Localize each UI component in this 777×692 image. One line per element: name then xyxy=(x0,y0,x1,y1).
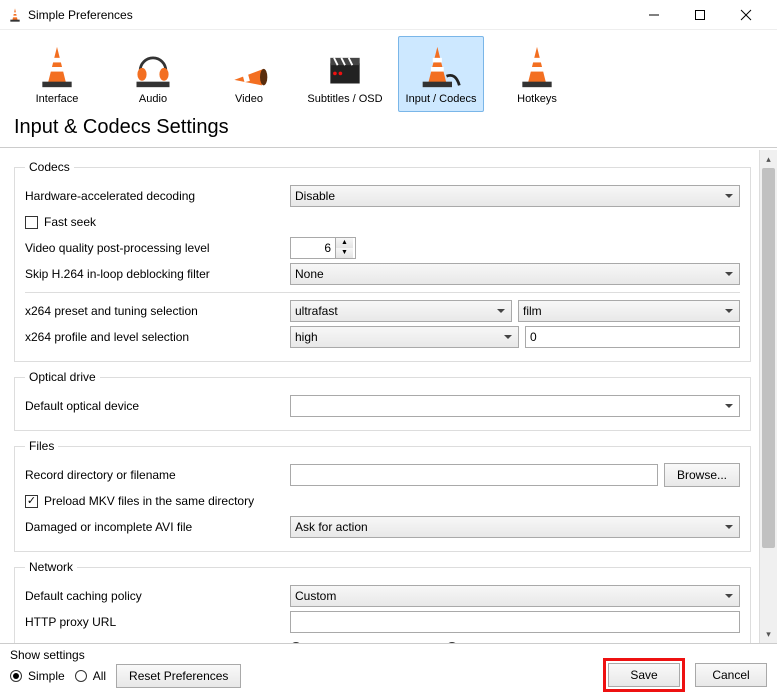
caching-select[interactable]: Custom xyxy=(290,585,740,607)
all-label: All xyxy=(93,669,106,683)
group-legend: Codecs xyxy=(25,160,74,174)
headphones-icon xyxy=(131,41,175,91)
caching-label: Default caching policy xyxy=(25,589,290,603)
page-title: Input & Codecs Settings xyxy=(0,112,777,148)
footer: Show settings Simple All Reset Preferenc… xyxy=(0,643,777,689)
titlebar: Simple Preferences xyxy=(0,0,777,30)
fast-seek-label: Fast seek xyxy=(44,215,96,229)
vq-value[interactable] xyxy=(291,238,335,258)
app-icon xyxy=(8,7,22,23)
show-settings-label: Show settings xyxy=(10,648,241,662)
cone-cable-icon xyxy=(419,41,463,91)
radio-icon xyxy=(75,670,87,682)
group-legend: Files xyxy=(25,439,58,453)
checkbox-icon xyxy=(25,216,38,229)
cancel-button[interactable]: Cancel xyxy=(695,663,767,687)
tab-interface[interactable]: Interface xyxy=(14,36,100,112)
vq-spinner[interactable]: ▲▼ xyxy=(290,237,356,259)
x264-profile-select[interactable]: high xyxy=(290,326,519,348)
browse-button[interactable]: Browse... xyxy=(664,463,740,487)
window-title: Simple Preferences xyxy=(28,8,631,22)
x264-tuning-select[interactable]: film xyxy=(518,300,740,322)
tab-hotkeys[interactable]: Hotkeys xyxy=(494,36,580,112)
minimize-button[interactable] xyxy=(631,0,677,30)
maximize-button[interactable] xyxy=(677,0,723,30)
group-legend: Optical drive xyxy=(25,370,100,384)
tab-subtitles[interactable]: Subtitles / OSD xyxy=(302,36,388,112)
tab-label: Subtitles / OSD xyxy=(307,93,382,105)
tab-label: Input / Codecs xyxy=(406,93,477,105)
preload-mkv-checkbox[interactable]: Preload MKV files in the same directory xyxy=(25,494,254,508)
fast-seek-checkbox[interactable]: Fast seek xyxy=(25,215,96,229)
save-button[interactable]: Save xyxy=(608,663,680,687)
simple-label: Simple xyxy=(28,669,65,683)
settings-scroll-area: Codecs Hardware-accelerated decoding Dis… xyxy=(0,150,759,643)
clapperboard-icon xyxy=(323,41,367,91)
tab-video[interactable]: Video xyxy=(206,36,292,112)
hw-decoding-select[interactable]: Disable xyxy=(290,185,740,207)
damaged-avi-select[interactable]: Ask for action xyxy=(290,516,740,538)
tab-label: Hotkeys xyxy=(517,93,557,105)
spin-down-icon[interactable]: ▼ xyxy=(336,248,353,258)
vertical-scrollbar[interactable]: ▴ ▾ xyxy=(759,150,777,643)
x264-profile-label: x264 profile and level selection xyxy=(25,330,290,344)
record-dir-label: Record directory or filename xyxy=(25,468,290,482)
tab-label: Audio xyxy=(139,93,167,105)
category-tabs: Interface Audio Video Subtitles / OSD In… xyxy=(0,30,777,112)
tab-label: Video xyxy=(235,93,263,105)
show-settings-all-radio[interactable]: All xyxy=(75,669,106,683)
tab-audio[interactable]: Audio xyxy=(110,36,196,112)
skip-h264-select[interactable]: None xyxy=(290,263,740,285)
vq-label: Video quality post-processing level xyxy=(25,241,290,255)
optical-device-label: Default optical device xyxy=(25,399,290,413)
show-settings-simple-radio[interactable]: Simple xyxy=(10,669,65,683)
network-group: Network Default caching policy Custom HT… xyxy=(14,560,751,643)
scroll-up-icon[interactable]: ▴ xyxy=(760,150,777,168)
scroll-thumb[interactable] xyxy=(762,168,775,548)
radio-icon xyxy=(10,670,22,682)
checkbox-icon xyxy=(25,495,38,508)
preload-mkv-label: Preload MKV files in the same directory xyxy=(44,494,254,508)
damaged-avi-label: Damaged or incomplete AVI file xyxy=(25,520,290,534)
window-controls xyxy=(631,0,769,30)
save-highlight: Save xyxy=(603,658,685,692)
optical-device-select[interactable] xyxy=(290,395,740,417)
reset-preferences-button[interactable]: Reset Preferences xyxy=(116,664,241,688)
x264-level-input[interactable] xyxy=(525,326,740,348)
http-proxy-input[interactable] xyxy=(290,611,740,633)
group-legend: Network xyxy=(25,560,77,574)
skip-h264-label: Skip H.264 in-loop deblocking filter xyxy=(25,267,290,281)
spin-up-icon[interactable]: ▲ xyxy=(336,238,353,248)
close-button[interactable] xyxy=(723,0,769,30)
x264-preset-select[interactable]: ultrafast xyxy=(290,300,512,322)
separator xyxy=(25,292,740,293)
x264-preset-label: x264 preset and tuning selection xyxy=(25,304,290,318)
hw-decoding-label: Hardware-accelerated decoding xyxy=(25,189,290,203)
codecs-group: Codecs Hardware-accelerated decoding Dis… xyxy=(14,160,751,362)
scroll-down-icon[interactable]: ▾ xyxy=(760,625,777,643)
optical-drive-group: Optical drive Default optical device xyxy=(14,370,751,431)
http-proxy-label: HTTP proxy URL xyxy=(25,615,290,629)
record-dir-input[interactable] xyxy=(290,464,658,486)
tab-input-codecs[interactable]: Input / Codecs xyxy=(398,36,484,112)
cone-icon xyxy=(515,41,559,91)
cone-icon xyxy=(35,41,79,91)
cone-fallen-icon xyxy=(227,41,271,91)
files-group: Files Record directory or filename Brows… xyxy=(14,439,751,552)
tab-label: Interface xyxy=(36,93,79,105)
